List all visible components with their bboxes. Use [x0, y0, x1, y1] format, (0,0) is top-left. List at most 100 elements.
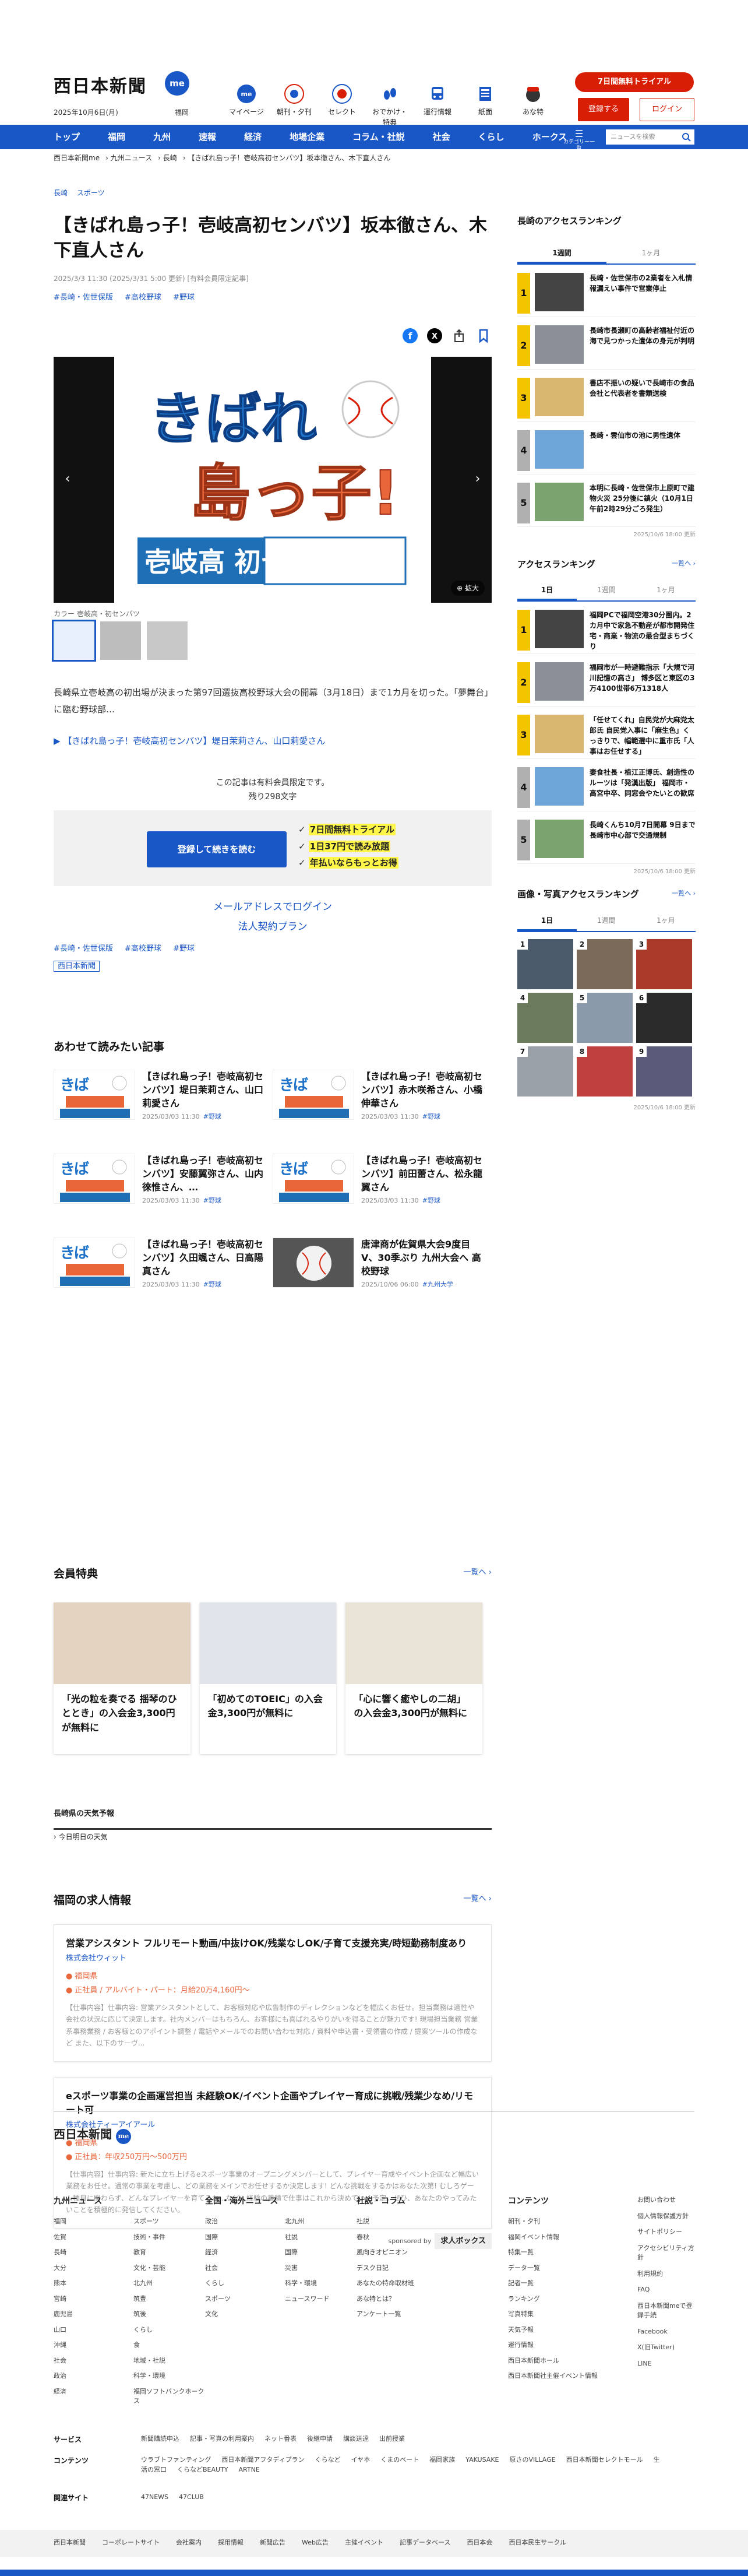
email-login-link[interactable]: メールアドレスでログイン	[54, 900, 492, 915]
footer-link[interactable]: くまのベート	[380, 2456, 419, 2463]
corporate-plan-link[interactable]: 法人契約プラン	[54, 920, 492, 935]
related-tag[interactable]: #野球	[203, 1281, 221, 1288]
footer-link[interactable]: Web広告	[302, 2538, 329, 2548]
photo-thumbnail[interactable]: 2	[577, 939, 633, 989]
footer-link[interactable]: 熊本	[54, 2279, 125, 2289]
footer-brand[interactable]: 西日本新聞	[54, 2538, 86, 2548]
related-title[interactable]: 【きばれ島っ子！壱岐高初センバツ】赤木咲希さん、小橋伸華さん	[361, 1070, 482, 1110]
footer-link[interactable]: 国際	[205, 2233, 277, 2243]
nav-odekake[interactable]: おでかけ・特典	[371, 83, 409, 128]
ranking-item[interactable]: 4 長崎・雲仙市の池に男性遺体	[517, 430, 696, 475]
ranking-title[interactable]: 長崎・雲仙市の池に男性遺体	[590, 430, 680, 468]
footer-link[interactable]: データ一覧	[508, 2264, 659, 2273]
breadcrumb-item[interactable]: 九州ニュース	[111, 154, 152, 162]
footer-link[interactable]: あなたの特命取材班	[357, 2279, 508, 2289]
tab-1week[interactable]: 1週間	[517, 244, 606, 263]
carousel-prev-arrow[interactable]: ‹	[61, 472, 75, 486]
job-card[interactable]: 営業アシスタント フルリモート動画/中抜けOK/残業なしOK/子育て支援充実/時…	[54, 1924, 492, 2062]
x-twitter-icon[interactable]: X	[426, 328, 443, 344]
footer-link[interactable]: 西日本会	[467, 2538, 492, 2548]
footer-link[interactable]: 福岡ソフトバンクホークス	[133, 2387, 205, 2406]
share-icon[interactable]	[451, 328, 467, 344]
footer-link[interactable]: 社会	[205, 2264, 277, 2273]
related-title[interactable]: 【きばれ島っ子！壱岐高初センバツ】前田蕾さん、松永龍翼さん	[361, 1154, 482, 1194]
footer-link[interactable]: 個人情報保護方針	[637, 2212, 696, 2222]
footer-link[interactable]: くらし	[205, 2279, 277, 2289]
footer-link[interactable]: 採用情報	[218, 2538, 244, 2548]
nav-select[interactable]: セレクト	[323, 83, 361, 128]
enlarge-button[interactable]: ⊕ 拡大	[451, 581, 485, 596]
footer-link[interactable]: サイトポリシー	[637, 2227, 696, 2237]
ranking-title[interactable]: 福岡市が一時避難指示「大規で河川記憶の高さ」 博多区と東区の3万4100世帯6万…	[590, 662, 696, 700]
related-article[interactable]: きば【きばれ島っ子！壱岐高初センバツ】久田颯さん、日高陽真さん 2025/03/0…	[54, 1237, 273, 1322]
footer-link[interactable]: ネット番表	[264, 2435, 297, 2443]
search-input[interactable]: ニュースを検索	[606, 129, 694, 145]
category-link[interactable]: 長崎	[54, 189, 68, 197]
nav-paper[interactable]: 紙面	[466, 83, 504, 128]
nav-newspaper[interactable]: 朝刊・夕刊	[275, 83, 313, 128]
gnav-top[interactable]: トップ	[54, 125, 80, 149]
footer-link[interactable]: 科学・環境	[285, 2279, 357, 2289]
photo-thumbnail[interactable]: 9	[636, 1046, 692, 1097]
tab-1day[interactable]: 1日	[517, 581, 577, 600]
footer-link[interactable]: 政治	[205, 2217, 277, 2227]
tab-1month[interactable]: 1ヶ月	[636, 912, 696, 931]
tag-link[interactable]: #高校野球	[125, 944, 161, 953]
footer-link[interactable]: お問い合わせ	[637, 2195, 696, 2205]
job-title[interactable]: eスポーツ事業の企画運営担当 未経験OK/イベント企画やプレイヤー育成に挑戦/残…	[66, 2089, 479, 2117]
footer-link[interactable]: 社会	[54, 2356, 125, 2366]
footer-link[interactable]: あな特とは？	[357, 2294, 508, 2304]
footer-link[interactable]: 文化・芸能	[133, 2264, 205, 2273]
tag-link[interactable]: #高校野球	[125, 293, 161, 302]
related-tag[interactable]: #野球	[203, 1113, 221, 1120]
footer-link[interactable]: 記事データベース	[400, 2538, 450, 2548]
tag-link[interactable]: #長崎・佐世保版	[54, 293, 113, 302]
footer-link[interactable]: ウラブトファンティング	[141, 2456, 211, 2463]
bookmark-icon[interactable]	[475, 328, 492, 344]
tab-1month[interactable]: 1ヶ月	[636, 581, 696, 600]
footer-link[interactable]: 食	[133, 2340, 205, 2350]
nav-anatoku[interactable]: あな特	[514, 83, 552, 128]
ranking-title[interactable]: 長崎市長瀬町の高齢者福祉付近の海で見つかった遺体の身元が判明	[590, 325, 696, 363]
search-icon[interactable]	[682, 132, 691, 142]
footer-link[interactable]: 講談送達	[343, 2435, 369, 2443]
photo-thumbnail[interactable]: 4	[517, 992, 573, 1043]
job-company[interactable]: 株式会社ウィット	[66, 1953, 479, 1964]
gnav-sokuho[interactable]: 速報	[199, 125, 216, 149]
gnav-kurashi[interactable]: くらし	[478, 125, 504, 149]
footer-link[interactable]: 社説	[357, 2217, 508, 2227]
ranking-title[interactable]: 妻食社長・植江正博氏、創造性のルーツは「発漢出版」 福岡市・高宮中卒、同窓会やた…	[590, 767, 696, 805]
footer-link[interactable]: 原さのVILLAGE	[509, 2456, 555, 2463]
category-list-button[interactable]: ☰ カテゴリー一覧	[562, 128, 597, 152]
tag-link[interactable]: #野球	[173, 293, 195, 302]
breadcrumb-item[interactable]: 西日本新聞me	[54, 154, 100, 162]
footer-link[interactable]: 筑豊	[133, 2294, 205, 2304]
tag-link[interactable]: #長崎・佐世保版	[54, 944, 113, 953]
footer-link[interactable]: 風向きオピニオン	[357, 2248, 508, 2258]
footer-link[interactable]: 西日本民生サークル	[509, 2538, 566, 2548]
footer-link[interactable]: 朝刊・夕刊	[508, 2217, 659, 2227]
jobs-more-link[interactable]: 一覧へ ›	[464, 1893, 492, 1905]
photo-thumbnail[interactable]: 1	[517, 939, 573, 989]
gnav-fukuoka[interactable]: 福岡	[108, 125, 125, 149]
footer-link[interactable]: 佐賀	[54, 2233, 125, 2243]
thumbnail-person[interactable]	[147, 621, 188, 660]
logo-me-badge[interactable]: me	[165, 71, 189, 96]
ranking-title[interactable]: 長崎・佐世保市の2業者を入札情報漏えい事件で営業停止	[590, 273, 696, 311]
footer-link[interactable]: 経済	[54, 2387, 125, 2397]
perk-card[interactable]: 「初めてのTOEIC」の入会金3,300円が無料に	[199, 1602, 337, 1754]
photo-thumbnail[interactable]: 3	[636, 939, 692, 989]
photo-thumbnail[interactable]: 5	[577, 992, 633, 1043]
footer-link[interactable]: 山口	[54, 2325, 125, 2335]
related-title[interactable]: 唐津商が佐賀県大会9度目V、30季ぶり 九州大会へ 高校野球	[361, 1238, 482, 1278]
related-tag[interactable]: #野球	[203, 1197, 221, 1204]
footer-link[interactable]: 西日本新聞アフタディプラン	[221, 2456, 304, 2463]
footer-link[interactable]: 新聞購読申込	[141, 2435, 179, 2443]
footer-link[interactable]: 出前授業	[379, 2435, 405, 2443]
footer-link[interactable]: 宮崎	[54, 2294, 125, 2304]
related-tag[interactable]: #野球	[422, 1197, 440, 1204]
footer-link[interactable]: ランキング	[508, 2294, 659, 2304]
footer-link[interactable]: 経済	[205, 2248, 277, 2258]
related-link-text[interactable]: 【きばれ島っ子！壱岐高初センバツ】堤日茉莉さん、山口莉愛さん	[63, 736, 325, 746]
ranking-item[interactable]: 5 長崎くんち10月7日開幕 9日まで長崎市中心部で交通規制	[517, 820, 696, 864]
